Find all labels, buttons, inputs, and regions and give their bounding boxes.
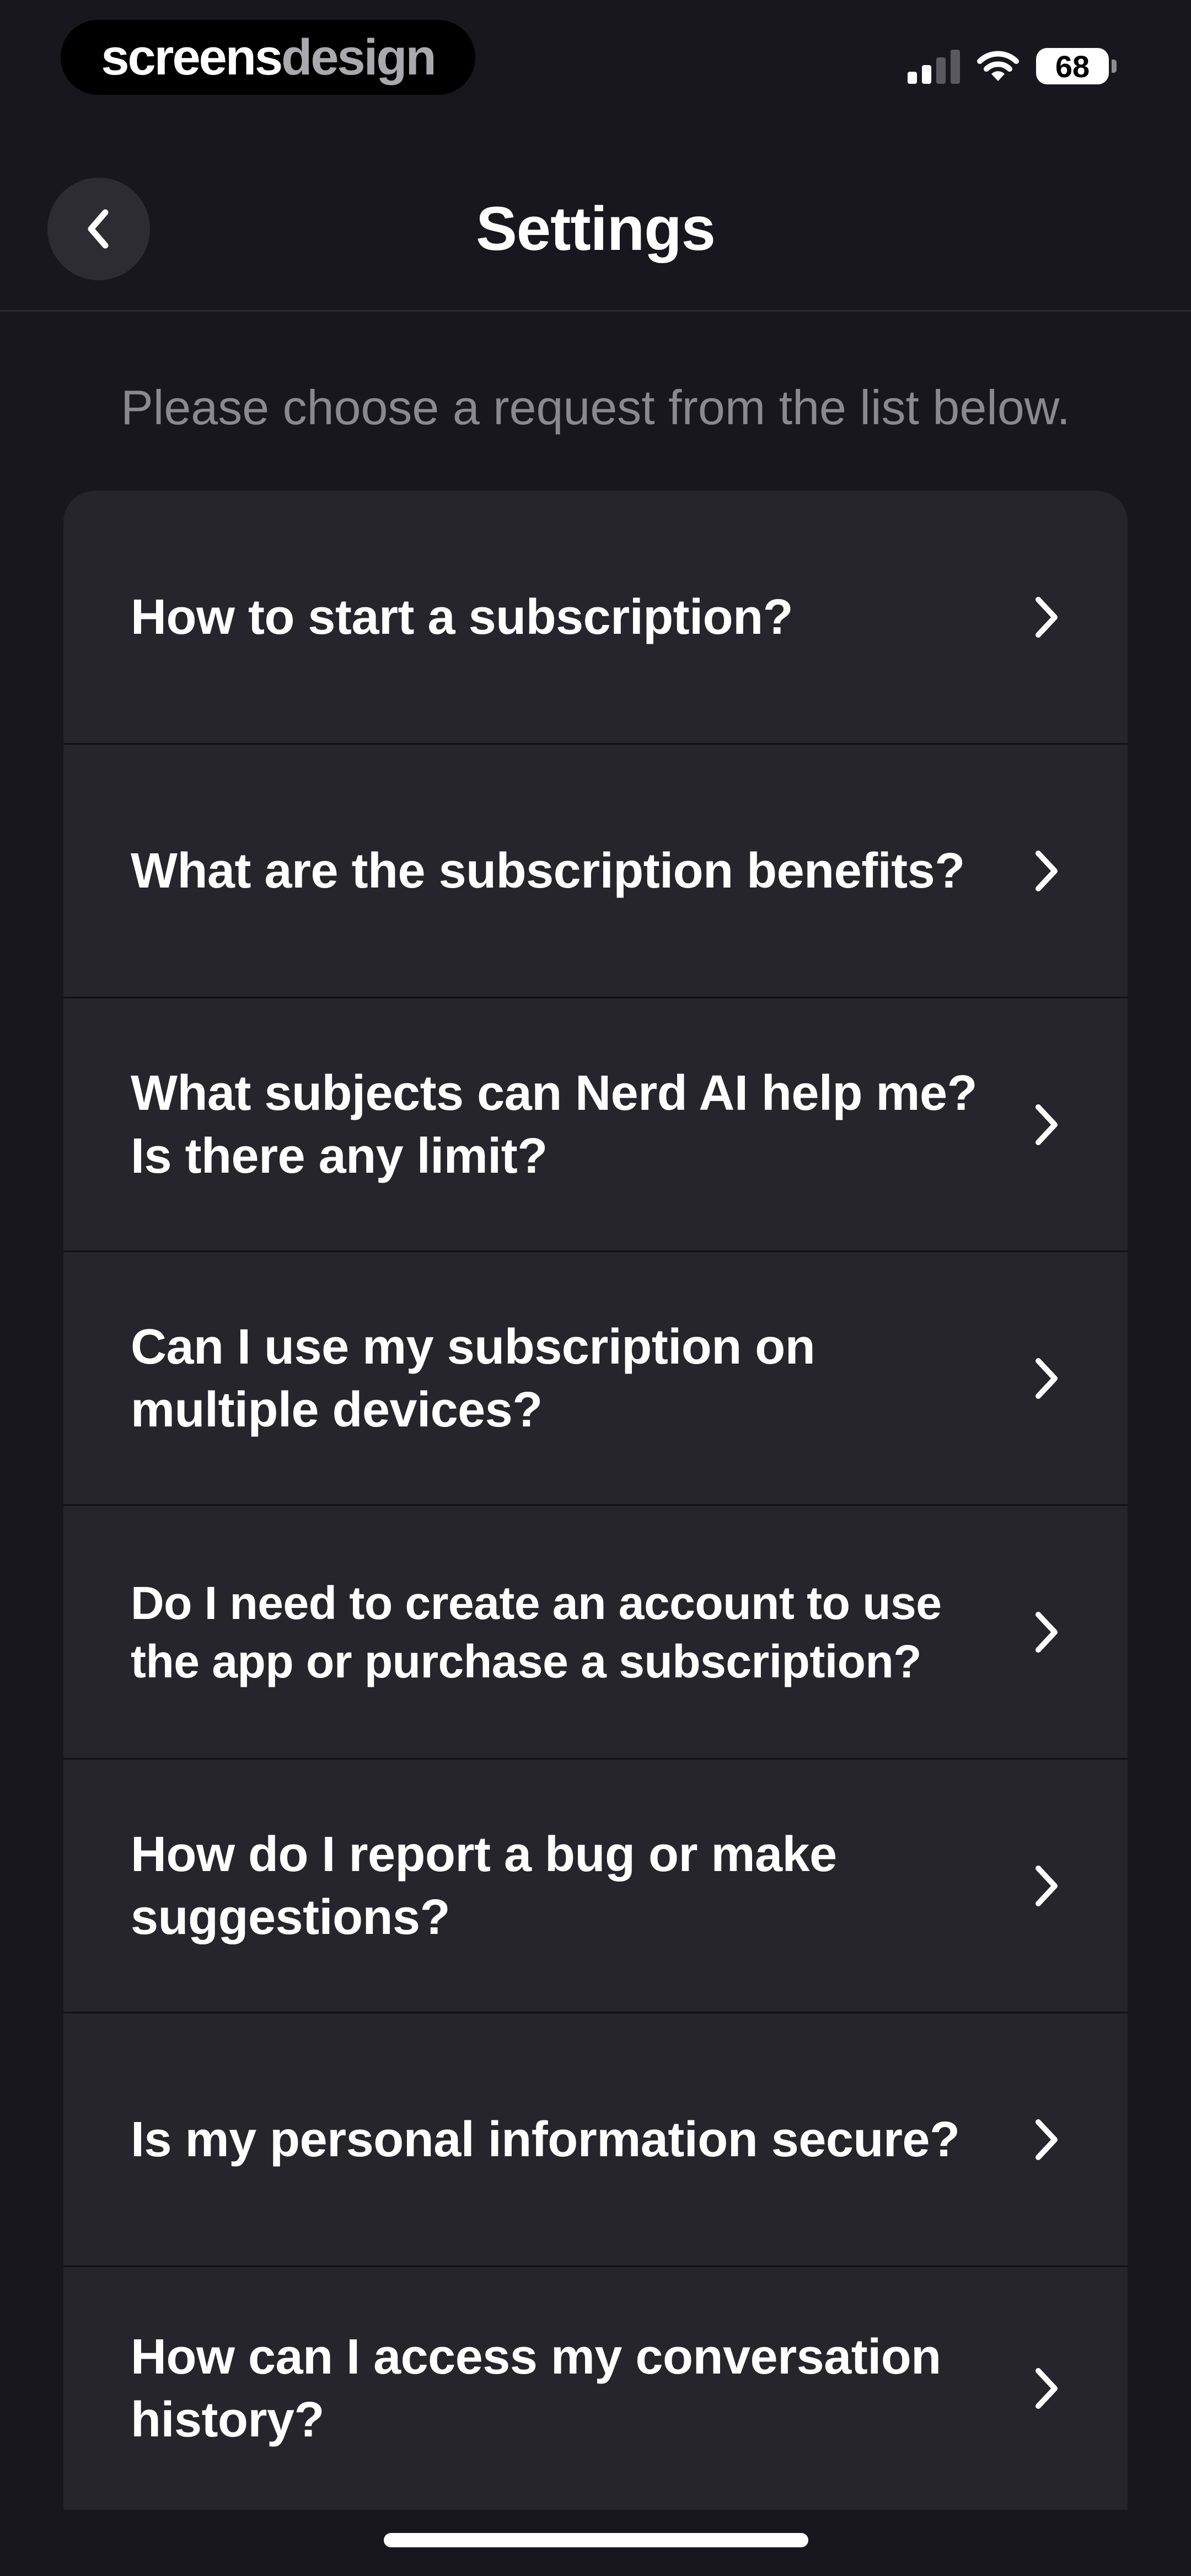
- chevron-right-icon: [1036, 2368, 1058, 2409]
- brand-part-1: screens: [101, 29, 283, 85]
- battery-level: 68: [1036, 48, 1109, 84]
- faq-item-label: Is my personal information secure?: [131, 2112, 960, 2167]
- cellular-signal-icon: [908, 49, 960, 84]
- faq-item-label: How to start a subscription?: [131, 589, 793, 645]
- chevron-right-icon: [1036, 1358, 1058, 1399]
- faq-item-create-account[interactable]: Do I need to create an account to use th…: [63, 1506, 1128, 1760]
- battery-icon: 68: [1036, 48, 1117, 84]
- faq-item-multiple-devices[interactable]: Can I use my subscription on multiple de…: [63, 1252, 1128, 1506]
- status-indicators: 68: [908, 44, 1117, 88]
- faq-item-report-bug[interactable]: How do I report a bug or make suggestion…: [63, 1760, 1128, 2013]
- wifi-icon: [977, 51, 1019, 81]
- faq-item-start-subscription[interactable]: How to start a subscription?: [63, 491, 1128, 745]
- chevron-right-icon: [1036, 1865, 1058, 1906]
- faq-item-label: What are the subscription benefits?: [131, 843, 965, 899]
- status-bar: screens design 68: [0, 0, 1191, 110]
- faq-item-conversation-history[interactable]: How can I access my conversation history…: [63, 2267, 1128, 2510]
- faq-item-label: How do I report a bug or make suggestion…: [131, 1826, 837, 1945]
- intro-text: Please choose a request from the list be…: [121, 380, 1070, 435]
- faq-item-subjects-limit[interactable]: What subjects can Nerd AI help me? Is th…: [63, 998, 1128, 1252]
- brand-watermark: screens design: [61, 20, 475, 95]
- header-divider: [0, 310, 1191, 312]
- faq-item-label: How can I access my conversation history…: [131, 2329, 941, 2447]
- chevron-right-icon: [1036, 1611, 1058, 1653]
- home-indicator[interactable]: [384, 2533, 808, 2547]
- chevron-right-icon: [1036, 596, 1058, 638]
- faq-item-subscription-benefits[interactable]: What are the subscription benefits?: [63, 745, 1128, 998]
- faq-item-label: Can I use my subscription on multiple de…: [131, 1319, 816, 1437]
- chevron-right-icon: [1036, 850, 1058, 891]
- faq-item-personal-information[interactable]: Is my personal information secure?: [63, 2013, 1128, 2267]
- navigation-header: Settings: [0, 165, 1191, 309]
- faq-item-label: Do I need to create an account to use th…: [131, 1576, 942, 1687]
- faq-list: How to start a subscription? What are th…: [63, 491, 1128, 2510]
- page-title: Settings: [476, 194, 716, 263]
- faq-item-label: What subjects can Nerd AI help me? Is th…: [131, 1065, 977, 1184]
- brand-part-2: design: [281, 29, 436, 85]
- chevron-right-icon: [1036, 1104, 1058, 1145]
- chevron-right-icon: [1036, 2119, 1058, 2160]
